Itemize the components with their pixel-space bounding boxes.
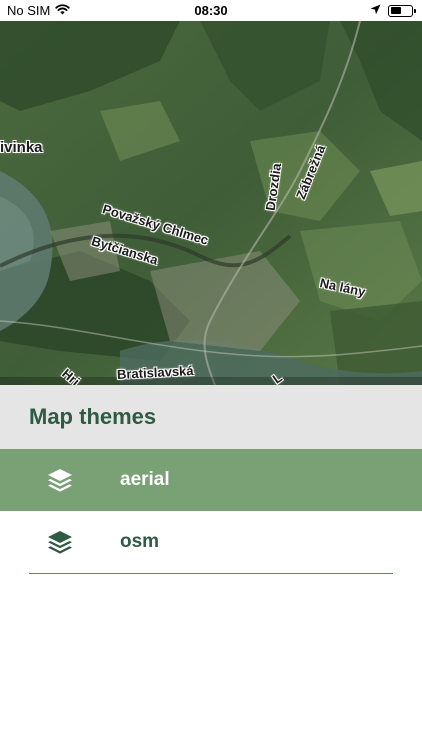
map-themes-panel: Map themes aerial osm (0, 385, 422, 750)
battery-icon (388, 4, 416, 17)
list-divider (29, 573, 393, 574)
status-time: 08:30 (194, 3, 228, 18)
layers-icon (46, 528, 74, 556)
aerial-imagery (0, 21, 422, 385)
battery-level (390, 7, 401, 14)
theme-label-aerial: aerial (120, 469, 170, 490)
map-label-ivinka: ivinka (0, 139, 43, 156)
layers-icon (46, 466, 74, 494)
location-arrow-icon (370, 3, 381, 18)
aerial-map[interactable]: ivinka Považský Chlmec Bytčianska Drozdi… (0, 21, 422, 385)
status-bar: No SIM 08:30 (0, 0, 422, 21)
status-right (370, 3, 416, 18)
theme-item-aerial[interactable]: aerial (0, 449, 422, 511)
theme-item-osm[interactable]: osm (0, 511, 422, 573)
theme-label-osm: osm (120, 531, 160, 552)
map-themes-header: Map themes (0, 385, 422, 449)
map-themes-title: Map themes (29, 404, 157, 429)
